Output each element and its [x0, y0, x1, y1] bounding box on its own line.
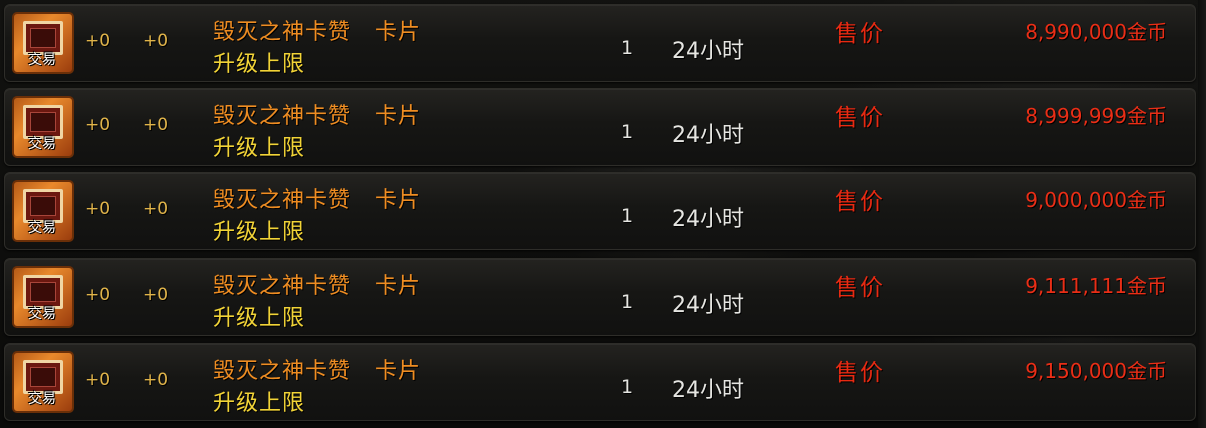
trade-badge: 交易 — [28, 306, 56, 322]
card-graphic — [23, 275, 63, 309]
item-quantity: 1 — [621, 205, 634, 227]
refine-level: +0 — [143, 285, 169, 305]
card-item-icon[interactable]: 交易 — [12, 96, 74, 158]
item-subtitle: 升级上限 — [213, 136, 306, 161]
price-label: 售价 — [835, 360, 885, 386]
card-item-icon[interactable]: 交易 — [12, 12, 74, 74]
listing-row[interactable]: 交易 +0 +0 毁灭之神卡赞 卡片 升级上限 1 24小时 售价 9,000,… — [4, 172, 1196, 250]
trade-badge: 交易 — [28, 52, 56, 68]
listing-duration: 24小时 — [672, 39, 744, 64]
price-value: 8,999,999金币 — [1025, 104, 1167, 128]
item-name: 毁灭之神卡赞 卡片 — [213, 188, 421, 213]
item-name: 毁灭之神卡赞 卡片 — [213, 104, 421, 129]
price-label: 售价 — [835, 21, 885, 47]
item-subtitle: 升级上限 — [213, 220, 306, 245]
price-value: 9,000,000金币 — [1025, 188, 1167, 212]
listing-duration: 24小时 — [672, 378, 744, 403]
scrollbar-track[interactable] — [1198, 0, 1206, 428]
item-subtitle: 升级上限 — [213, 306, 306, 331]
listing-row[interactable]: 交易 +0 +0 毁灭之神卡赞 卡片 升级上限 1 24小时 售价 9,150,… — [4, 343, 1196, 421]
card-item-icon[interactable]: 交易 — [12, 180, 74, 242]
listing-duration: 24小时 — [672, 123, 744, 148]
item-name: 毁灭之神卡赞 卡片 — [213, 359, 421, 384]
item-subtitle: 升级上限 — [213, 52, 306, 77]
enhance-level: +0 — [85, 115, 111, 135]
price-label: 售价 — [835, 105, 885, 131]
auction-listing-list: 交易 +0 +0 毁灭之神卡赞 卡片 升级上限 1 24小时 售价 8,990,… — [0, 0, 1206, 428]
card-item-icon[interactable]: 交易 — [12, 351, 74, 413]
item-subtitle: 升级上限 — [213, 391, 306, 416]
listing-row[interactable]: 交易 +0 +0 毁灭之神卡赞 卡片 升级上限 1 24小时 售价 9,111,… — [4, 258, 1196, 336]
card-item-icon[interactable]: 交易 — [12, 266, 74, 328]
item-quantity: 1 — [621, 121, 634, 143]
listing-duration: 24小时 — [672, 207, 744, 232]
item-quantity: 1 — [621, 376, 634, 398]
listing-row[interactable]: 交易 +0 +0 毁灭之神卡赞 卡片 升级上限 1 24小时 售价 8,990,… — [4, 4, 1196, 82]
card-graphic — [23, 360, 63, 394]
trade-badge: 交易 — [28, 220, 56, 236]
refine-level: +0 — [143, 370, 169, 390]
enhance-level: +0 — [85, 31, 111, 51]
item-name: 毁灭之神卡赞 卡片 — [213, 274, 421, 299]
listing-duration: 24小时 — [672, 293, 744, 318]
refine-level: +0 — [143, 199, 169, 219]
card-graphic — [23, 189, 63, 223]
card-graphic — [23, 105, 63, 139]
refine-level: +0 — [143, 31, 169, 51]
price-label: 售价 — [835, 189, 885, 215]
price-value: 9,150,000金币 — [1025, 359, 1167, 383]
card-graphic — [23, 21, 63, 55]
refine-level: +0 — [143, 115, 169, 135]
trade-badge: 交易 — [28, 391, 56, 407]
price-label: 售价 — [835, 275, 885, 301]
enhance-level: +0 — [85, 199, 111, 219]
listing-row[interactable]: 交易 +0 +0 毁灭之神卡赞 卡片 升级上限 1 24小时 售价 8,999,… — [4, 88, 1196, 166]
price-value: 9,111,111金币 — [1025, 274, 1167, 298]
trade-badge: 交易 — [28, 136, 56, 152]
enhance-level: +0 — [85, 370, 111, 390]
enhance-level: +0 — [85, 285, 111, 305]
item-name: 毁灭之神卡赞 卡片 — [213, 20, 421, 45]
item-quantity: 1 — [621, 37, 634, 59]
item-quantity: 1 — [621, 291, 634, 313]
price-value: 8,990,000金币 — [1025, 20, 1167, 44]
